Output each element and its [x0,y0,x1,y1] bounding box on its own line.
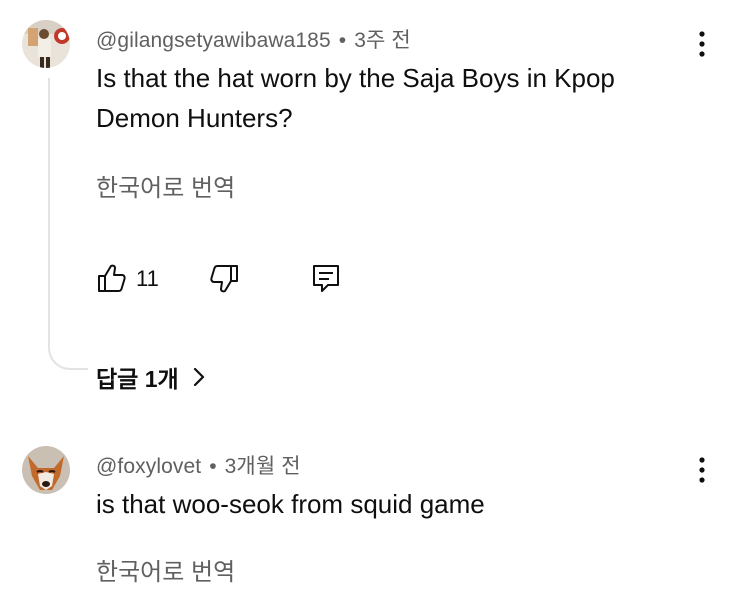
comment-text: Is that the hat worn by the Saja Boys in… [96,58,696,138]
translate-link[interactable]: 한국어로 번역 [96,168,235,203]
comment-meta: @foxylovet • 3개월 전 [96,450,301,480]
comment-text: is that woo-seok from squid game [96,484,696,524]
comment-author[interactable]: @foxylovet [96,455,201,478]
avatar-image [22,20,70,68]
comment-time: 3주 전 [354,29,411,52]
translate-link[interactable]: 한국어로 번역 [96,552,235,587]
like-button[interactable] [96,262,128,299]
replies-count-label: 답글 1개 [96,366,179,392]
avatar-image [22,446,70,494]
chevron-right-icon [193,367,204,387]
comment-text-line: is that woo-seok from squid game [96,489,485,519]
comment-text-line: Demon Hunters? [96,103,293,133]
comment-icon [313,265,339,292]
thumbs-up-icon [98,264,126,292]
comment-text-line: Is that the hat worn by the Saja Boys in… [96,63,615,93]
like-count: 11 [136,266,159,291]
meta-separator-dot: • [209,455,217,478]
comment-author[interactable]: @gilangsetyawibawa185 [96,29,331,52]
thumbs-down-icon [210,265,238,293]
reply-button[interactable] [310,262,342,299]
meta-separator-dot: • [338,29,347,52]
avatar[interactable] [22,446,70,494]
thread-connector-line [48,78,88,370]
avatar[interactable] [22,20,70,68]
comment-time: 3개월 전 [224,455,301,478]
comment-meta: @gilangsetyawibawa185 • 3주 전 [96,24,411,54]
dislike-button[interactable] [208,262,240,299]
more-vertical-icon[interactable] [692,30,712,60]
more-vertical-icon[interactable] [692,456,712,486]
view-replies-link[interactable]: 답글 1개 [96,360,209,394]
